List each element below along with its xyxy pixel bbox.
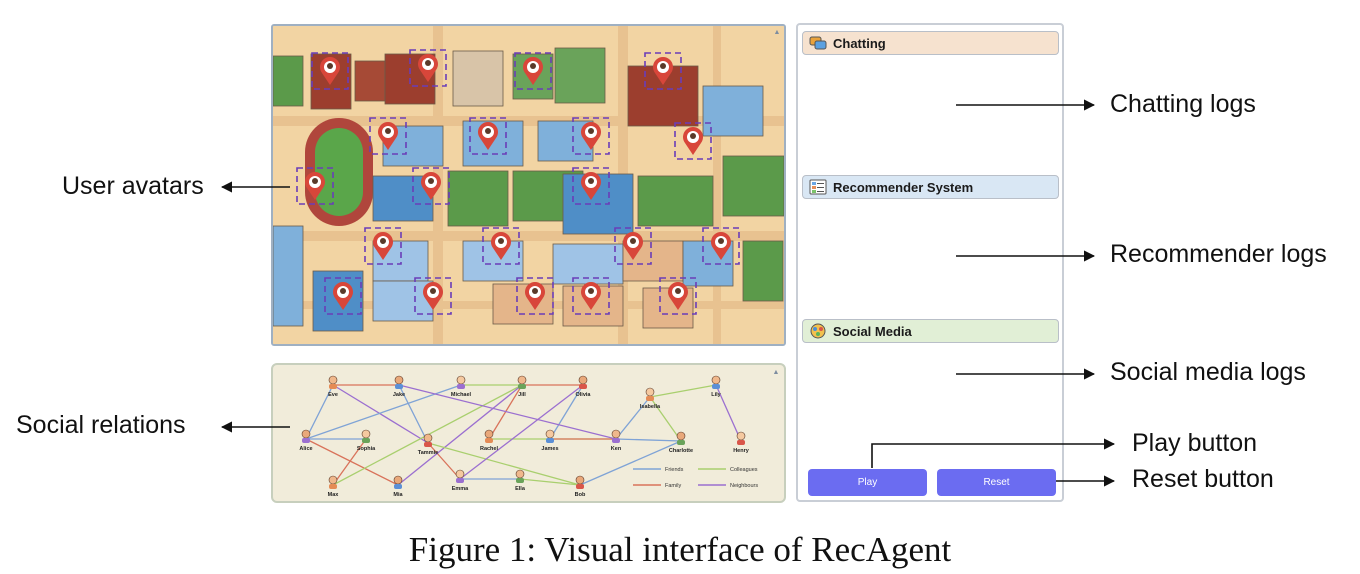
figure-caption: Figure 1: Visual interface of RecAgent (408, 530, 952, 569)
recommender-header: Recommender System (802, 175, 1059, 199)
map-building (452, 50, 504, 107)
person-node: Jill (517, 375, 527, 398)
person-node: Mia (393, 475, 404, 498)
recommender-title: Recommender System (833, 179, 974, 195)
person-name: Jill (518, 392, 526, 398)
person-name: Eve (328, 392, 338, 398)
person-name: Charlotte (669, 448, 693, 454)
person-name: Isabella (640, 404, 661, 410)
person-node: Ella (515, 469, 526, 492)
person-name: Rachel (480, 446, 499, 452)
map-building (354, 60, 386, 102)
map-building (273, 55, 304, 107)
relation-edge (579, 440, 682, 486)
person-name: James (541, 446, 558, 452)
person-node: Lily (711, 375, 722, 398)
play-button[interactable]: Play (808, 469, 927, 496)
social-media-log-area (802, 347, 1059, 457)
relation-edge (615, 438, 682, 442)
chat-bubbles-icon (809, 36, 827, 50)
person-node: Olivia (576, 375, 592, 398)
person-node: Ken (611, 429, 622, 452)
legend-item: Colleagues (698, 467, 758, 473)
person-name: Jake (393, 392, 405, 398)
svg-text:Family: Family (665, 483, 681, 489)
reset-button-label: Reset button (1132, 465, 1274, 493)
relation-edge (649, 384, 717, 398)
person-name: Ken (611, 446, 622, 452)
person-name: Mia (393, 492, 403, 498)
person-name: Sophia (357, 446, 376, 452)
svg-text:Colleagues: Colleagues (730, 467, 758, 473)
social-media-header: Social Media (802, 319, 1059, 343)
person-name: Ella (515, 486, 526, 492)
person-node: Rachel (480, 429, 499, 452)
map-building (554, 47, 606, 104)
person-name: Alice (299, 446, 312, 452)
sandbox-map[interactable]: ▲ (271, 24, 786, 346)
user-avatars-label: User avatars (62, 172, 204, 200)
legend-item: Family (633, 483, 681, 489)
legend-item: Friends (633, 467, 684, 473)
person-name: Michael (451, 392, 472, 398)
person-node: Henry (733, 431, 750, 454)
recommender-log-area (802, 203, 1059, 313)
recommender-list-icon (809, 179, 827, 195)
map-building (722, 155, 784, 217)
person-node: Charlotte (669, 431, 693, 454)
social-relations-graph[interactable]: Eve Jake Michael Jill Olivia Isabella Lily Alic… (271, 363, 786, 503)
person-node: Eve (328, 375, 338, 398)
chatting-logs-label: Chatting logs (1110, 90, 1256, 118)
social-media-title: Social Media (833, 323, 912, 339)
person-name: Bob (575, 492, 586, 498)
svg-text:Neighbours: Neighbours (730, 483, 758, 489)
map-building (742, 240, 784, 302)
logs-panel: Chatting Recommender System Social Media… (796, 23, 1064, 502)
map-building (372, 280, 434, 322)
social-media-logs-label: Social media logs (1110, 358, 1306, 386)
person-node: Sophia (357, 429, 376, 452)
person-name: Emma (452, 486, 469, 492)
corner-marker-icon: ▲ (773, 29, 781, 36)
legend-item: Neighbours (698, 483, 758, 489)
social-relations-label: Social relations (16, 411, 186, 439)
map-road (273, 231, 784, 241)
map-road (713, 26, 721, 344)
person-node: Jake (393, 375, 405, 398)
social-network-svg: Eve Jake Michael Jill Olivia Isabella Lily Alic… (299, 369, 780, 498)
track-infield (315, 128, 363, 216)
map-building (702, 85, 764, 137)
chatting-log-area (802, 59, 1059, 169)
recommender-logs-label: Recommender logs (1110, 240, 1327, 268)
person-name: Olivia (576, 392, 592, 398)
map-building (637, 175, 714, 227)
person-name: Henry (733, 448, 750, 454)
corner-marker-icon: ▲ (773, 369, 780, 376)
person-node: Bob (575, 475, 586, 498)
reset-button[interactable]: Reset (937, 469, 1056, 496)
campus-map-illustration (273, 26, 784, 344)
person-name: Max (328, 492, 340, 498)
chatting-title: Chatting (833, 35, 886, 51)
chatting-header: Chatting (802, 31, 1059, 55)
play-button-label: Play button (1132, 429, 1258, 457)
person-node: Isabella (640, 387, 661, 410)
person-node: James (541, 429, 559, 452)
person-name: Lily (711, 392, 721, 398)
svg-text:Friends: Friends (665, 467, 684, 473)
social-network-icon (810, 323, 826, 339)
map-building (447, 170, 509, 227)
relation-edge (305, 438, 399, 486)
relation-edge (459, 384, 584, 480)
person-name: Tammie (418, 450, 438, 456)
map-building (273, 225, 304, 327)
